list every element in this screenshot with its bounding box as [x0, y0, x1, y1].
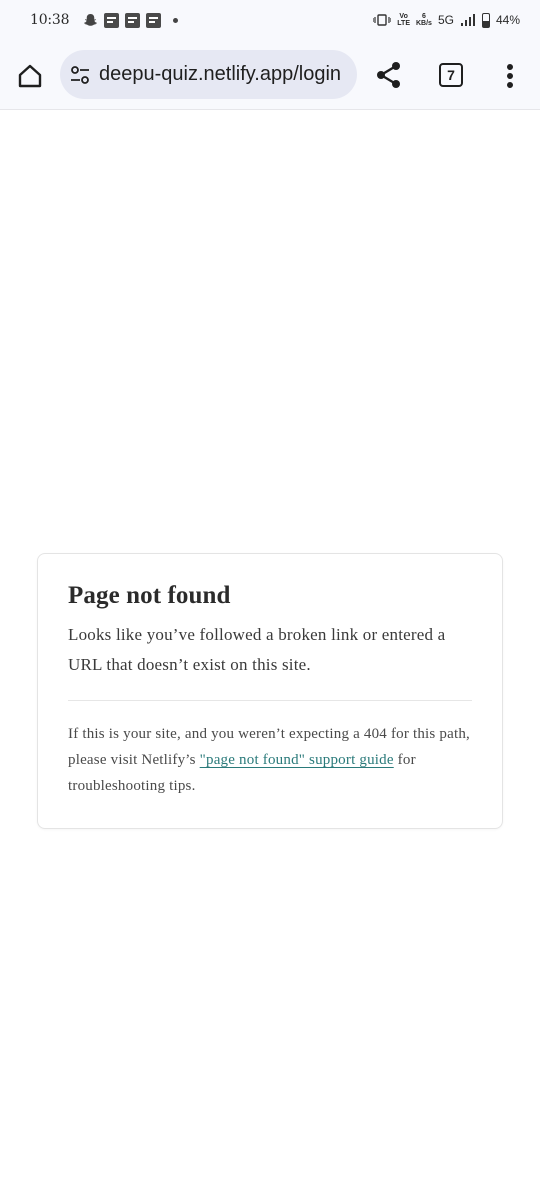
volte-indicator: Vo LTE	[397, 13, 410, 27]
address-bar[interactable]: deepu-quiz.netlify.app/login	[60, 50, 357, 99]
network-speed-unit: KB/s	[416, 20, 432, 27]
network-speed-value: 6	[422, 13, 426, 20]
network-type: 5G	[437, 13, 454, 27]
snapchat-icon	[84, 13, 98, 26]
status-time: 10:38	[30, 12, 70, 28]
vibrate-icon	[373, 14, 392, 26]
page-title: Page not found	[68, 582, 231, 609]
tab-switcher-button[interactable]: 7	[439, 63, 463, 87]
page-lead-text: Looks like you’ve followed a broken link…	[68, 625, 446, 674]
tab-count: 7	[447, 67, 455, 83]
notification-icon	[104, 12, 120, 28]
more-notifications-dot-icon	[173, 17, 179, 23]
divider	[68, 700, 472, 701]
status-left: 10:38	[30, 12, 179, 28]
battery-icon	[481, 12, 490, 28]
battery-percent: 44%	[495, 13, 520, 27]
notification-icon	[146, 12, 162, 28]
more-options-icon[interactable]	[500, 62, 520, 90]
site-settings-icon[interactable]	[69, 64, 91, 86]
notification-icon	[125, 12, 141, 28]
url-text[interactable]: deepu-quiz.netlify.app/login	[99, 63, 341, 86]
share-icon[interactable]	[374, 60, 404, 90]
status-bar: 10:38 Vo LTE 6 KB/s 5G 44%	[0, 0, 540, 40]
not-found-card: Page not found Looks like you’ve followe…	[37, 553, 503, 829]
signal-icon	[460, 14, 475, 26]
home-icon[interactable]	[16, 62, 44, 90]
network-speed: 6 KB/s	[416, 13, 432, 27]
status-right: Vo LTE 6 KB/s 5G 44%	[373, 12, 520, 28]
help-note: If this is your site, and you weren’t ex…	[68, 721, 472, 799]
support-guide-link[interactable]: "page not found" support guide	[200, 752, 394, 768]
browser-toolbar: deepu-quiz.netlify.app/login 7	[0, 40, 540, 110]
